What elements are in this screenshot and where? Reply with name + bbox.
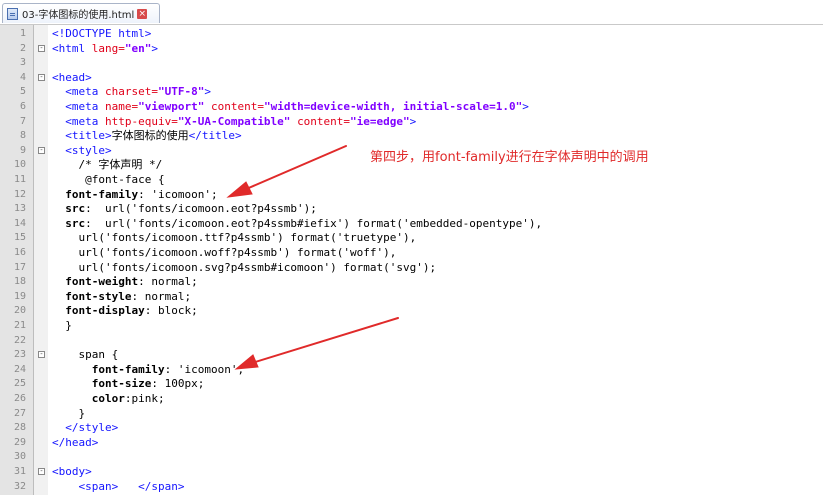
arrow-line-2	[251, 317, 399, 364]
arrow-head-2	[234, 354, 259, 370]
arrow-line-1	[243, 145, 347, 191]
annotation-arrows	[226, 145, 399, 370]
arrow-head-1	[226, 181, 253, 198]
